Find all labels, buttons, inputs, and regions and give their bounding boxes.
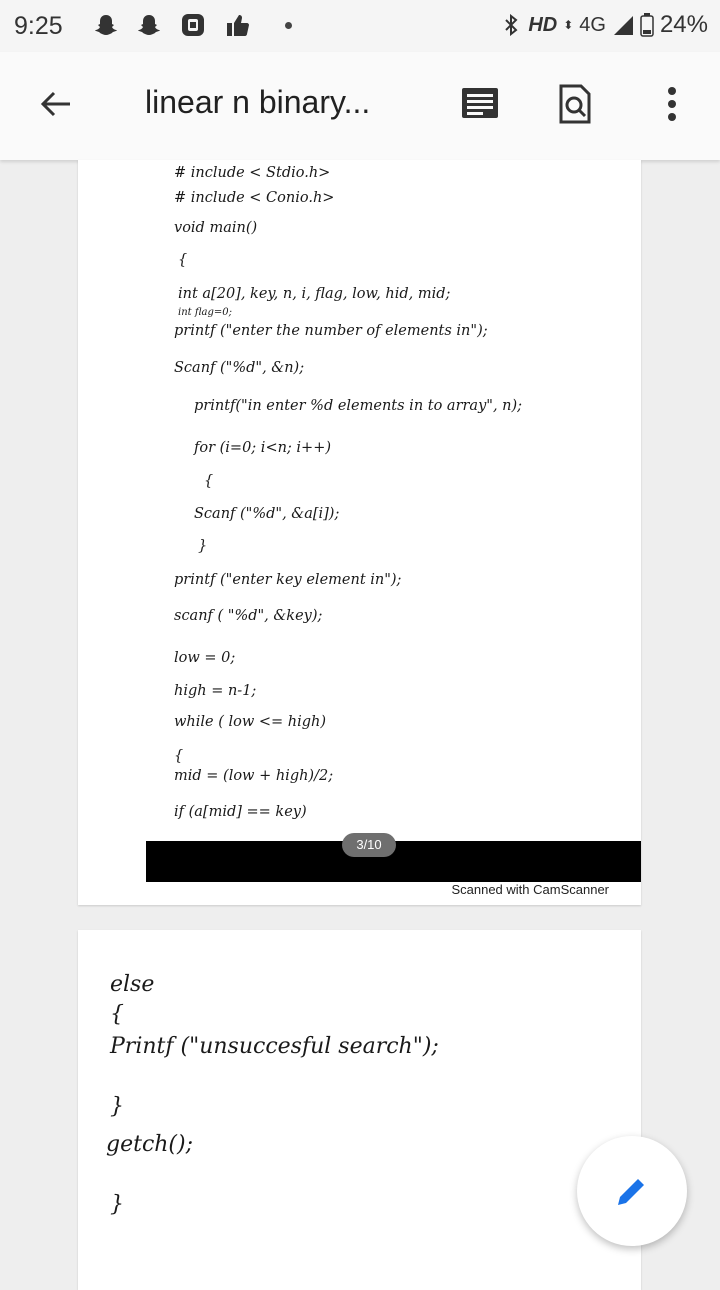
code-line: { — [178, 252, 188, 268]
edit-fab-button[interactable] — [577, 1136, 687, 1246]
snapchat-icon — [95, 15, 117, 35]
code-line: } — [198, 538, 208, 554]
hd-indicator: HD — [528, 13, 558, 36]
status-right: HD ⬍ 4G 24% — [500, 11, 708, 39]
code-line: printf("in enter %d elements in to array… — [194, 398, 523, 414]
battery-icon — [640, 13, 654, 37]
status-bar: 9:25 HD ⬍ 4G 24% — [0, 0, 720, 52]
signal-icon — [613, 16, 633, 35]
code-line: # include < Stdio.h> — [174, 165, 331, 181]
code-line: else — [110, 972, 155, 997]
search-page-icon[interactable] — [553, 82, 597, 126]
document-title: linear n binary... — [145, 84, 371, 120]
document-text-icon[interactable] — [458, 82, 502, 126]
thumbs-up-icon — [227, 15, 249, 36]
code-line: low = 0; — [174, 650, 236, 666]
code-line: for (i=0; i<n; i++) — [194, 440, 332, 456]
more-notifications-dot — [285, 22, 292, 29]
page-indicator: 3/10 — [342, 833, 396, 857]
code-line: Scanf ("%d", &n); — [174, 360, 305, 376]
code-line: high = n-1; — [174, 683, 257, 699]
bluetooth-icon — [505, 14, 518, 36]
code-line: int a[20], key, n, i, flag, low, hid, mi… — [178, 286, 451, 302]
code-line: scanf ( "%d", &key); — [174, 608, 323, 624]
code-line: printf ("enter key element in"); — [174, 572, 402, 588]
code-line: } — [110, 1192, 124, 1217]
pencil-edit-icon — [618, 1176, 647, 1205]
document-page-2: else { Printf ("unsuccesful search"); } … — [78, 930, 641, 1290]
code-line: void main() — [174, 220, 258, 236]
code-line: while ( low <= high) — [174, 714, 327, 730]
data-arrows-icon: ⬍ — [563, 18, 574, 32]
code-line: # include < Conio.h> — [174, 190, 335, 206]
code-line: { — [110, 1002, 124, 1027]
code-line: if (a[mid] == key) — [174, 804, 307, 820]
more-vert-icon[interactable] — [650, 82, 694, 126]
code-line: int flag=0; — [178, 307, 232, 318]
battery-percent: 24% — [659, 11, 708, 38]
code-line: Printf ("unsuccesful search"); — [110, 1034, 439, 1059]
snapchat-icon — [138, 15, 160, 35]
code-line: printf ("enter the number of elements in… — [174, 323, 488, 339]
code-line: getch(); — [106, 1132, 194, 1157]
network-type: 4G — [579, 13, 606, 36]
app-notification-icon — [182, 14, 204, 36]
code-line: { — [174, 748, 184, 764]
document-page-1: # include < Stdio.h> # include < Conio.h… — [78, 160, 641, 905]
arrow-left-icon[interactable] — [34, 82, 78, 126]
code-line: mid = (low + high)/2; — [174, 768, 334, 784]
code-line: { — [204, 473, 214, 489]
code-line: } — [110, 1094, 124, 1119]
code-line: Scanf ("%d", &a[i]); — [194, 506, 340, 522]
camscanner-watermark: Scanned with CamScanner — [451, 882, 609, 897]
status-time: 9:25 — [14, 12, 63, 40]
app-bar: linear n binary... — [0, 52, 720, 160]
